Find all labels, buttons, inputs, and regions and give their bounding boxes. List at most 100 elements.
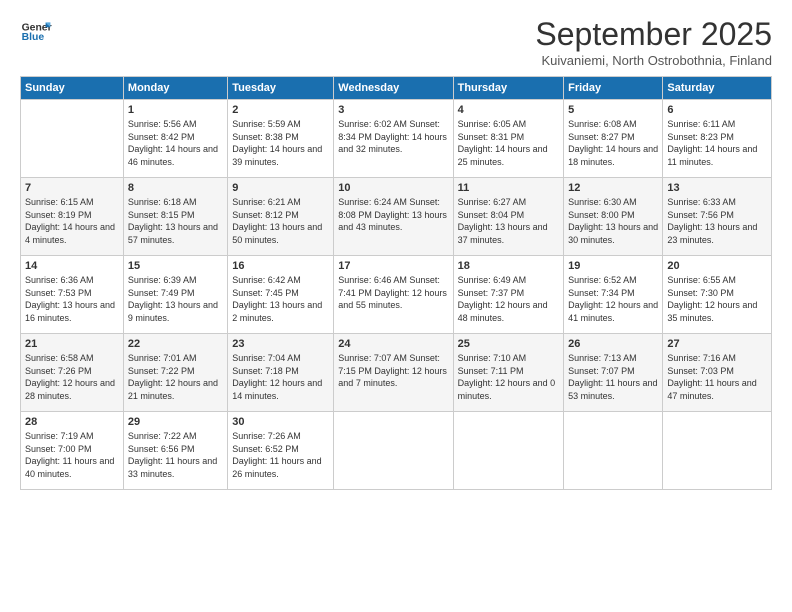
day-info: Sunrise: 5:56 AM Sunset: 8:42 PM Dayligh… — [128, 118, 223, 168]
day-info: Sunrise: 7:16 AM Sunset: 7:03 PM Dayligh… — [667, 352, 767, 402]
calendar-table: Sunday Monday Tuesday Wednesday Thursday… — [20, 76, 772, 490]
day-number: 16 — [232, 260, 329, 272]
title-block: September 2025 Kuivaniemi, North Ostrobo… — [535, 16, 772, 68]
day-cell: 1 Sunrise: 5:56 AM Sunset: 8:42 PM Daylig… — [123, 100, 227, 178]
day-cell: 22 Sunrise: 7:01 AM Sunset: 7:22 PM Dayli… — [123, 334, 227, 412]
day-info: Sunrise: 6:52 AM Sunset: 7:34 PM Dayligh… — [568, 274, 658, 324]
day-cell: 30Sunrise: 7:26 AM Sunset: 6:52 PM Dayli… — [228, 412, 334, 490]
day-cell: 28 Sunrise: 7:19 AM Sunset: 7:00 PM Dayli… — [21, 412, 124, 490]
day-info: Sunrise: 7:01 AM Sunset: 7:22 PM Dayligh… — [128, 352, 223, 402]
week-row-3: 14 Sunrise: 6:36 AM Sunset: 7:53 PM Dayli… — [21, 256, 772, 334]
day-cell — [334, 412, 453, 490]
day-info: Sunrise: 6:30 AM Sunset: 8:00 PM Dayligh… — [568, 196, 658, 246]
day-info: Sunrise: 6:11 AM Sunset: 8:23 PM Dayligh… — [667, 118, 767, 168]
day-cell: 14 Sunrise: 6:36 AM Sunset: 7:53 PM Dayli… — [21, 256, 124, 334]
day-cell: 6 Sunrise: 6:11 AM Sunset: 8:23 PM Daylig… — [663, 100, 772, 178]
day-info: Sunrise: 6:42 AM Sunset: 7:45 PM Dayligh… — [232, 274, 329, 324]
day-number: 2 — [232, 104, 329, 116]
day-cell: 11 Sunrise: 6:27 AM Sunset: 8:04 PM Dayli… — [453, 178, 563, 256]
day-cell: 26Sunrise: 7:13 AM Sunset: 7:07 PM Dayli… — [564, 334, 663, 412]
day-number: 24 — [338, 338, 448, 350]
day-number: 3 — [338, 104, 448, 116]
day-number: 28 — [25, 416, 119, 428]
day-number: 15 — [128, 260, 223, 272]
day-cell: 17 Sunrise: 6:46 AM Sunset: 7:41 PM Dayli… — [334, 256, 453, 334]
day-number: 7 — [25, 182, 119, 194]
day-number: 19 — [568, 260, 658, 272]
day-number: 25 — [458, 338, 559, 350]
day-cell: 4 Sunrise: 6:05 AM Sunset: 8:31 PM Daylig… — [453, 100, 563, 178]
day-info: Sunrise: 6:55 AM Sunset: 7:30 PM Dayligh… — [667, 274, 767, 324]
day-info: Sunrise: 5:59 AM Sunset: 8:38 PM Dayligh… — [232, 118, 329, 168]
day-cell: 9 Sunrise: 6:21 AM Sunset: 8:12 PM Daylig… — [228, 178, 334, 256]
day-number: 4 — [458, 104, 559, 116]
day-info: Sunrise: 7:13 AM Sunset: 7:07 PM Dayligh… — [568, 352, 658, 402]
day-number: 27 — [667, 338, 767, 350]
day-cell: 8 Sunrise: 6:18 AM Sunset: 8:15 PM Daylig… — [123, 178, 227, 256]
day-info: Sunrise: 6:15 AM Sunset: 8:19 PM Dayligh… — [25, 196, 119, 246]
logo: General Blue — [20, 16, 52, 48]
header-wednesday: Wednesday — [334, 77, 453, 100]
day-number: 21 — [25, 338, 119, 350]
header-tuesday: Tuesday — [228, 77, 334, 100]
day-cell: 15 Sunrise: 6:39 AM Sunset: 7:49 PM Dayli… — [123, 256, 227, 334]
day-cell: 19 Sunrise: 6:52 AM Sunset: 7:34 PM Dayli… — [564, 256, 663, 334]
day-info: Sunrise: 7:22 AM Sunset: 6:56 PM Dayligh… — [128, 430, 223, 480]
week-row-1: 1 Sunrise: 5:56 AM Sunset: 8:42 PM Daylig… — [21, 100, 772, 178]
logo-icon: General Blue — [20, 16, 52, 48]
day-info: Sunrise: 7:04 AM Sunset: 7:18 PM Dayligh… — [232, 352, 329, 402]
day-cell: 7 Sunrise: 6:15 AM Sunset: 8:19 PM Daylig… — [21, 178, 124, 256]
day-info: Sunrise: 6:39 AM Sunset: 7:49 PM Dayligh… — [128, 274, 223, 324]
day-info: Sunrise: 6:27 AM Sunset: 8:04 PM Dayligh… — [458, 196, 559, 246]
day-number: 10 — [338, 182, 448, 194]
day-cell — [453, 412, 563, 490]
day-cell: 23 Sunrise: 7:04 AM Sunset: 7:18 PM Dayli… — [228, 334, 334, 412]
day-number: 1 — [128, 104, 223, 116]
day-number: 17 — [338, 260, 448, 272]
day-cell — [564, 412, 663, 490]
day-cell: 27 Sunrise: 7:16 AM Sunset: 7:03 PM Dayli… — [663, 334, 772, 412]
day-info: Sunrise: 6:02 AM Sunset: 8:34 PM Dayligh… — [338, 118, 448, 156]
day-info: Sunrise: 6:49 AM Sunset: 7:37 PM Dayligh… — [458, 274, 559, 324]
day-info: Sunrise: 6:21 AM Sunset: 8:12 PM Dayligh… — [232, 196, 329, 246]
day-cell: 12 Sunrise: 6:30 AM Sunset: 8:00 PM Dayli… — [564, 178, 663, 256]
day-number: 13 — [667, 182, 767, 194]
day-cell: 5Sunrise: 6:08 AM Sunset: 8:27 PM Daylig… — [564, 100, 663, 178]
day-cell: 3 Sunrise: 6:02 AM Sunset: 8:34 PM Daylig… — [334, 100, 453, 178]
day-cell: 24Sunrise: 7:07 AM Sunset: 7:15 PM Dayli… — [334, 334, 453, 412]
week-row-5: 28 Sunrise: 7:19 AM Sunset: 7:00 PM Dayli… — [21, 412, 772, 490]
day-number: 9 — [232, 182, 329, 194]
week-row-2: 7 Sunrise: 6:15 AM Sunset: 8:19 PM Daylig… — [21, 178, 772, 256]
header-row: Sunday Monday Tuesday Wednesday Thursday… — [21, 77, 772, 100]
day-info: Sunrise: 6:24 AM Sunset: 8:08 PM Dayligh… — [338, 196, 448, 234]
day-number: 14 — [25, 260, 119, 272]
day-info: Sunrise: 6:36 AM Sunset: 7:53 PM Dayligh… — [25, 274, 119, 324]
day-info: Sunrise: 7:19 AM Sunset: 7:00 PM Dayligh… — [25, 430, 119, 480]
day-cell: 25 Sunrise: 7:10 AM Sunset: 7:11 PM Dayli… — [453, 334, 563, 412]
day-info: Sunrise: 6:05 AM Sunset: 8:31 PM Dayligh… — [458, 118, 559, 168]
day-number: 8 — [128, 182, 223, 194]
day-cell: 20Sunrise: 6:55 AM Sunset: 7:30 PM Dayli… — [663, 256, 772, 334]
day-number: 23 — [232, 338, 329, 350]
day-cell: 13 Sunrise: 6:33 AM Sunset: 7:56 PM Dayli… — [663, 178, 772, 256]
day-cell: 18 Sunrise: 6:49 AM Sunset: 7:37 PM Dayli… — [453, 256, 563, 334]
day-number: 22 — [128, 338, 223, 350]
header-monday: Monday — [123, 77, 227, 100]
day-number: 12 — [568, 182, 658, 194]
day-info: Sunrise: 7:26 AM Sunset: 6:52 PM Dayligh… — [232, 430, 329, 480]
header-saturday: Saturday — [663, 77, 772, 100]
day-info: Sunrise: 6:33 AM Sunset: 7:56 PM Dayligh… — [667, 196, 767, 246]
day-cell: 29Sunrise: 7:22 AM Sunset: 6:56 PM Dayli… — [123, 412, 227, 490]
day-cell: 10 Sunrise: 6:24 AM Sunset: 8:08 PM Dayli… — [334, 178, 453, 256]
day-info: Sunrise: 6:18 AM Sunset: 8:15 PM Dayligh… — [128, 196, 223, 246]
day-info: Sunrise: 6:46 AM Sunset: 7:41 PM Dayligh… — [338, 274, 448, 312]
day-number: 5 — [568, 104, 658, 116]
header-friday: Friday — [564, 77, 663, 100]
day-info: Sunrise: 7:10 AM Sunset: 7:11 PM Dayligh… — [458, 352, 559, 402]
day-number: 6 — [667, 104, 767, 116]
day-number: 18 — [458, 260, 559, 272]
day-number: 11 — [458, 182, 559, 194]
subtitle: Kuivaniemi, North Ostrobothnia, Finland — [535, 53, 772, 68]
day-cell: 2 Sunrise: 5:59 AM Sunset: 8:38 PM Daylig… — [228, 100, 334, 178]
header-sunday: Sunday — [21, 77, 124, 100]
